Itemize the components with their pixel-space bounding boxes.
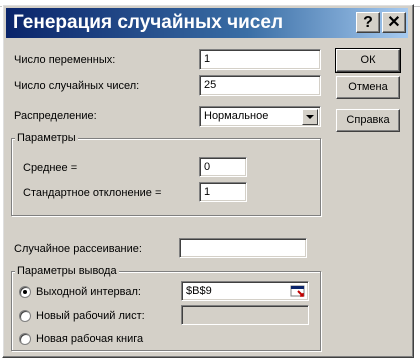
new-workbook-label: Новая рабочая книга xyxy=(36,333,144,345)
parameters-group xyxy=(11,138,321,216)
dialog-title: Генерация случайных чисел xyxy=(13,12,284,33)
seed-input[interactable] xyxy=(179,238,307,258)
distribution-select[interactable]: Нормальное xyxy=(199,106,321,127)
num-variables-label-text: Число переменных: xyxy=(14,54,116,66)
mean-label: Среднее = xyxy=(23,162,78,174)
stddev-label: Стандартное отклонение = xyxy=(23,187,162,199)
distribution-label: Распределение: xyxy=(14,110,97,122)
output-range-value: $B$9 xyxy=(186,285,212,297)
seed-label: Случайное рассеивание: xyxy=(14,243,142,255)
num-variables-label: Число переменных: xyxy=(14,53,115,67)
output-range-label: Выходной интервал: xyxy=(36,286,141,298)
output-range-radio[interactable] xyxy=(19,286,31,298)
num-random-label: Число случайных чисел: xyxy=(14,80,140,92)
distribution-value: Нормальное xyxy=(204,110,269,122)
ok-button[interactable]: ОК xyxy=(335,48,401,73)
parameters-group-title: Параметры xyxy=(15,131,78,145)
radio-selected-dot xyxy=(23,290,27,294)
stddev-input[interactable]: 1 xyxy=(199,182,247,202)
cancel-button[interactable]: Отмена xyxy=(336,76,400,99)
num-variables-input[interactable]: 1 xyxy=(199,49,321,70)
num-random-input[interactable]: 25 xyxy=(199,75,321,96)
output-options-group-title: Параметры вывода xyxy=(15,264,119,278)
help-icon[interactable]: ? xyxy=(356,12,380,33)
close-icon[interactable]: ✕ xyxy=(382,12,406,33)
collapse-dialog-icon[interactable] xyxy=(289,283,307,299)
new-sheet-label: Новый рабочий лист: xyxy=(36,310,145,322)
mean-input[interactable]: 0 xyxy=(199,157,247,177)
output-range-input[interactable]: $B$9 xyxy=(181,281,309,301)
new-sheet-input[interactable] xyxy=(181,305,309,325)
new-workbook-radio[interactable] xyxy=(19,333,31,345)
help-button[interactable]: Справка xyxy=(336,109,400,132)
chevron-down-icon[interactable] xyxy=(302,109,318,125)
new-sheet-radio[interactable] xyxy=(19,310,31,322)
random-number-generation-dialog: Генерация случайных чисел ? ✕ Число пере… xyxy=(2,4,414,358)
title-bar[interactable]: Генерация случайных чисел ? ✕ xyxy=(6,8,408,38)
